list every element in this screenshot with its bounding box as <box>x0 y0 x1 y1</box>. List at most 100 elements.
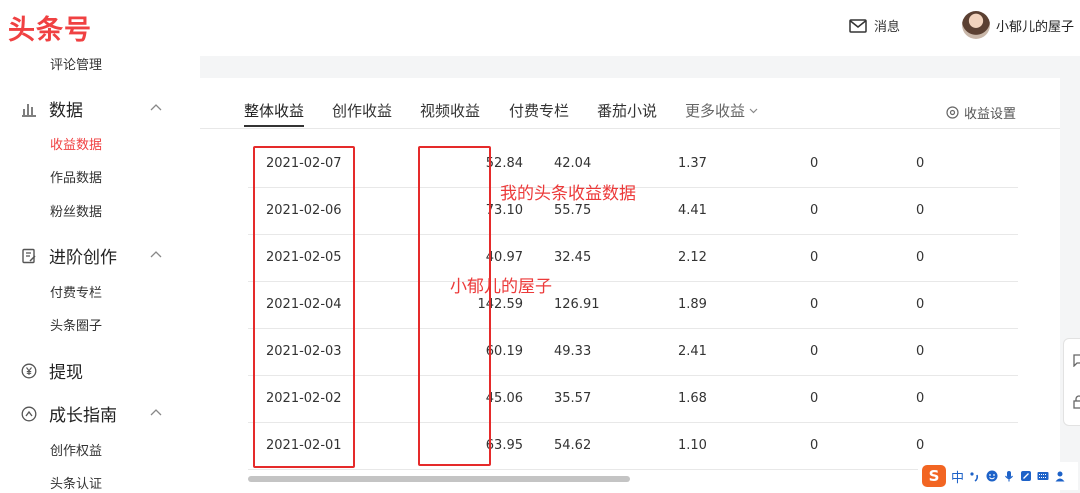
revenue-cell: 60.19 <box>485 344 523 359</box>
tab-more-label: 更多收益 <box>685 102 746 120</box>
paid-column-cell: 0 <box>810 344 819 359</box>
sidebar-group-withdraw[interactable]: 提现 <box>20 358 83 383</box>
sidebar-item-toutiao-verify[interactable]: 头条认证 <box>50 473 102 492</box>
revenue-cell: 45.06 <box>485 391 523 406</box>
keyboard-icon[interactable] <box>1037 470 1049 482</box>
revenue-cell: 63.95 <box>485 438 523 453</box>
settings-icon <box>946 106 959 119</box>
novel-cell: 0 <box>916 438 925 453</box>
sidebar-item-works-data[interactable]: 作品数据 <box>50 167 102 186</box>
lock-icon[interactable] <box>1072 395 1080 409</box>
user-icon[interactable] <box>1054 470 1066 482</box>
user-menu[interactable]: 小郁儿的屋子 <box>962 11 1074 39</box>
table-row: 2021-02-05 40.97 32.45 2.12 0 0 <box>248 234 1018 282</box>
messages-label: 消息 <box>874 20 901 35</box>
creation-revenue-cell: 49.33 <box>554 344 592 359</box>
creation-revenue-cell: 54.62 <box>554 438 592 453</box>
tab-video-revenue[interactable]: 视频收益 <box>420 100 480 121</box>
tab-creation-revenue[interactable]: 创作收益 <box>332 100 392 121</box>
user-name: 小郁儿的屋子 <box>996 19 1075 35</box>
paid-column-cell: 0 <box>810 250 819 265</box>
bar-chart-icon <box>20 100 38 118</box>
tab-paid-column[interactable]: 付费专栏 <box>509 100 569 121</box>
sidebar-item-toutiao-circle[interactable]: 头条圈子 <box>50 315 102 334</box>
revenue-settings-button[interactable]: 收益设置 <box>946 103 1016 122</box>
video-revenue-cell: 1.89 <box>678 297 707 312</box>
paid-column-cell: 0 <box>810 156 819 171</box>
video-revenue-cell: 1.37 <box>678 156 707 171</box>
brand-logo[interactable]: 头条号 <box>8 8 92 47</box>
video-revenue-cell: 2.12 <box>678 250 707 265</box>
creation-revenue-cell: 42.04 <box>554 156 592 171</box>
revenue-cell: 52.84 <box>485 156 523 171</box>
tab-more-revenue[interactable]: 更多收益 <box>685 100 758 121</box>
chevron-up-icon[interactable] <box>150 102 162 114</box>
creation-revenue-cell: 126.91 <box>554 297 600 312</box>
annotation-text-author: 小郁儿的屋子 <box>450 277 552 297</box>
chevron-up-icon[interactable] <box>150 407 162 419</box>
revenue-cell: 40.97 <box>485 250 523 265</box>
video-revenue-cell: 1.68 <box>678 391 707 406</box>
ime-toolbar[interactable]: S 中 <box>918 462 1078 490</box>
revenue-tabs: 整体收益 创作收益 视频收益 付费专栏 番茄小说 更多收益 收益设置 <box>200 78 1060 129</box>
sidebar-item-comment-management[interactable]: 评论管理 <box>50 54 102 73</box>
paid-column-cell: 0 <box>810 203 819 218</box>
tab-overall-revenue[interactable]: 整体收益 <box>244 100 305 127</box>
annotation-box-revenue <box>418 146 491 466</box>
video-revenue-cell: 4.41 <box>678 203 707 218</box>
annotation-text-my-revenue: 我的头条收益数据 <box>500 184 636 204</box>
horizontal-scrollbar[interactable] <box>248 476 630 482</box>
sidebar: 评论管理 数据 收益数据 作品数据 粉丝数据 进阶创作 付费专栏 头条圈子 提现… <box>0 56 200 493</box>
novel-cell: 0 <box>916 297 925 312</box>
table-row: 2021-02-03 60.19 49.33 2.41 0 0 <box>248 328 1018 376</box>
table-row: 2021-02-02 45.06 35.57 1.68 0 0 <box>248 375 1018 423</box>
sidebar-group-advanced-creation[interactable]: 进阶创作 <box>20 243 117 268</box>
revenue-cell: 73.10 <box>485 203 523 218</box>
sidebar-item-fans-data[interactable]: 粉丝数据 <box>50 201 102 220</box>
table-row: 2021-02-01 63.95 54.62 1.10 0 0 <box>248 422 1018 470</box>
video-revenue-cell: 1.10 <box>678 438 707 453</box>
sidebar-group-data[interactable]: 数据 <box>20 96 83 121</box>
paid-column-cell: 0 <box>810 438 819 453</box>
microphone-icon[interactable] <box>1003 470 1015 482</box>
table-row: 2021-02-04 142.59 126.91 1.89 0 0 <box>248 281 1018 329</box>
handwriting-icon[interactable] <box>1020 470 1032 482</box>
sidebar-group-label: 提现 <box>49 363 83 383</box>
tab-tomato-novel[interactable]: 番茄小说 <box>597 100 657 121</box>
punctuation-icon[interactable] <box>969 470 981 482</box>
emoji-icon[interactable] <box>986 470 998 482</box>
paid-column-cell: 0 <box>810 297 819 312</box>
video-revenue-cell: 2.41 <box>678 344 707 359</box>
sogou-ime-icon[interactable]: S <box>922 465 946 487</box>
novel-cell: 0 <box>916 391 925 406</box>
messages-button[interactable]: 消息 <box>849 16 900 35</box>
chevron-up-icon[interactable] <box>150 249 162 261</box>
annotation-box-dates <box>253 146 355 468</box>
sidebar-item-paid-column[interactable]: 付费专栏 <box>50 282 102 301</box>
sidebar-item-creator-rights[interactable]: 创作权益 <box>50 440 102 459</box>
sidebar-group-label: 成长指南 <box>49 406 117 426</box>
novel-cell: 0 <box>916 344 925 359</box>
ime-lang-toggle[interactable]: 中 <box>951 467 964 486</box>
sidebar-group-label: 数据 <box>49 101 83 121</box>
edit-note-icon <box>20 247 38 265</box>
sidebar-group-label: 进阶创作 <box>49 248 117 268</box>
creation-revenue-cell: 55.75 <box>554 203 592 218</box>
creation-revenue-cell: 32.45 <box>554 250 592 265</box>
novel-cell: 0 <box>916 156 925 171</box>
floating-toolbar[interactable] <box>1063 338 1080 426</box>
avatar[interactable] <box>962 11 990 39</box>
novel-cell: 0 <box>916 203 925 218</box>
chat-icon[interactable] <box>1072 353 1080 367</box>
top-bar: 头条号 消息 小郁儿的屋子 <box>0 0 1080 56</box>
chevron-down-icon <box>749 108 758 114</box>
settings-label: 收益设置 <box>964 107 1017 122</box>
sidebar-item-revenue-data[interactable]: 收益数据 <box>50 134 102 153</box>
mail-icon <box>849 18 867 33</box>
yen-circle-icon <box>20 362 38 380</box>
paid-column-cell: 0 <box>810 391 819 406</box>
creation-revenue-cell: 35.57 <box>554 391 592 406</box>
sidebar-group-growth-guide[interactable]: 成长指南 <box>20 401 117 426</box>
novel-cell: 0 <box>916 250 925 265</box>
growth-icon <box>20 405 38 423</box>
